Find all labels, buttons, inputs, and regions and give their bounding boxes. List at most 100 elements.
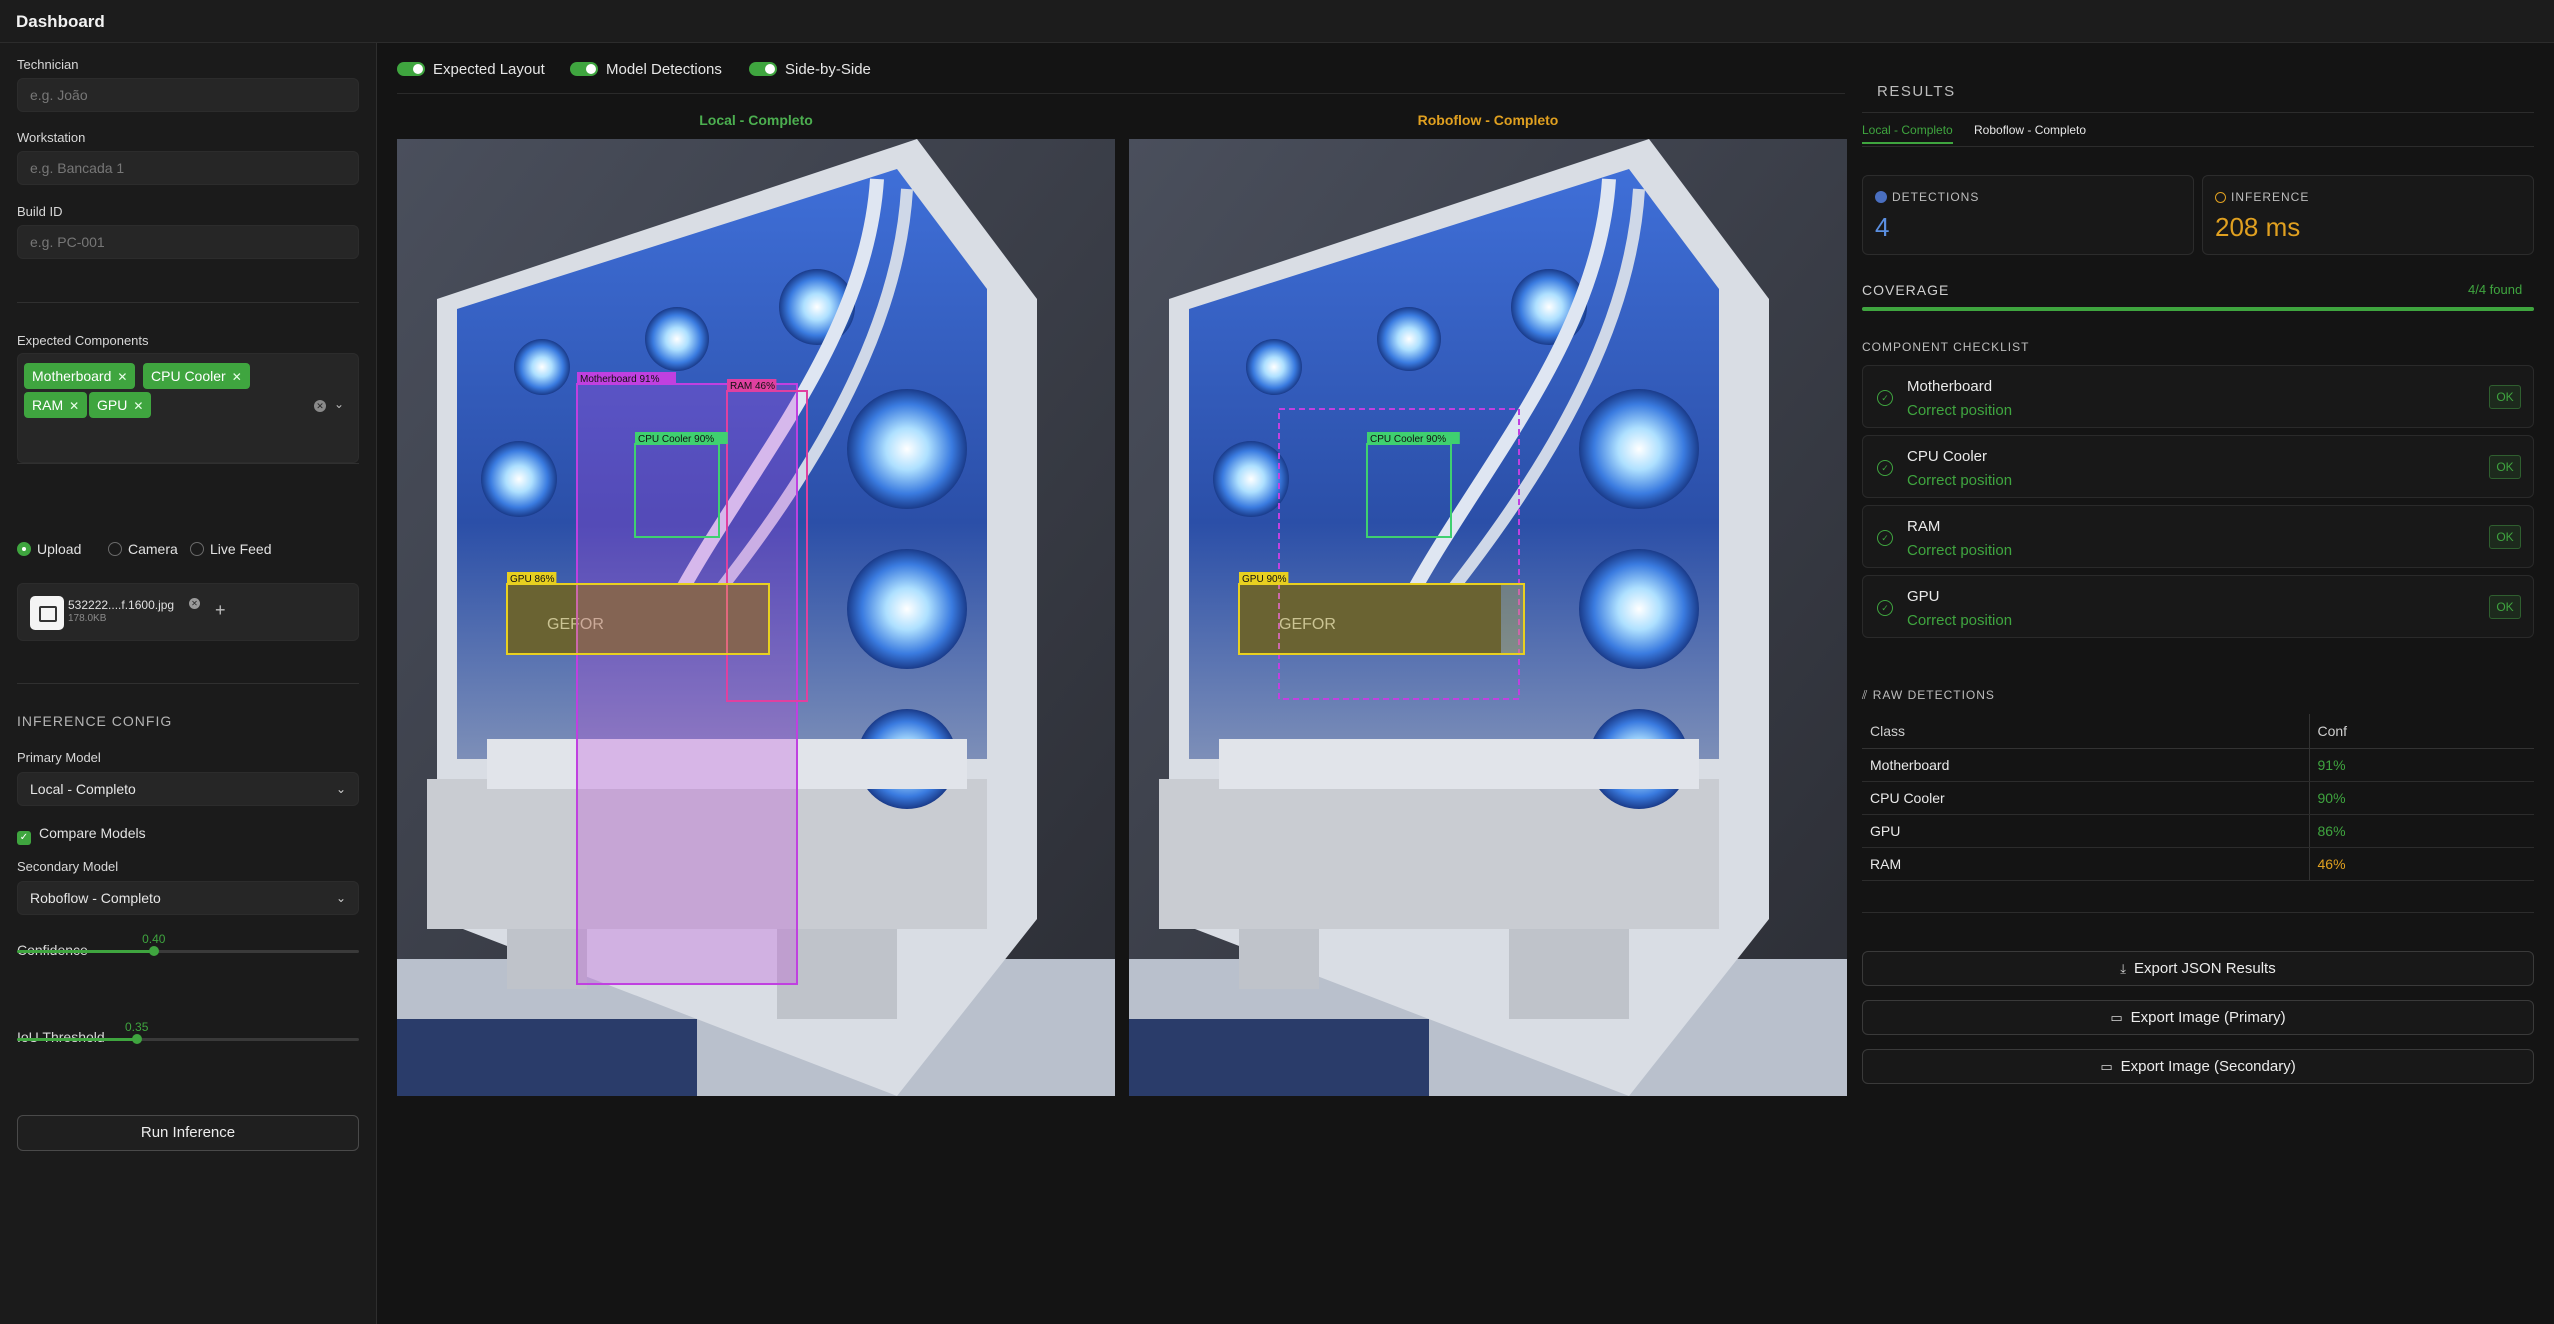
checklist-item: ✓ Motherboard Correct position OK bbox=[1862, 365, 2534, 428]
tag-cpu-cooler[interactable]: CPU Cooler ✕ bbox=[143, 363, 250, 389]
chart-icon: ⫽ bbox=[1862, 688, 1873, 702]
tag-remove-icon[interactable]: ✕ bbox=[117, 370, 127, 384]
workstation-label: Workstation bbox=[17, 130, 86, 145]
image-file-icon bbox=[30, 596, 64, 630]
export-image-primary-button[interactable]: ▭ Export Image (Primary) bbox=[1862, 1000, 2534, 1035]
download-icon: ⤓ bbox=[2120, 961, 2127, 976]
remove-file-icon[interactable]: ✕ bbox=[189, 598, 200, 609]
table-row: GPU 86% bbox=[1862, 814, 2534, 848]
clock-icon bbox=[2215, 192, 2226, 203]
clear-all-icon[interactable]: ✕ bbox=[314, 400, 326, 412]
tab-local-completo[interactable]: Local - Completo bbox=[1862, 123, 1953, 144]
status-badge: OK bbox=[2489, 455, 2521, 479]
tabs-divider bbox=[1862, 146, 2534, 147]
workstation-input[interactable] bbox=[17, 151, 359, 185]
expected-components-label: Expected Components bbox=[17, 333, 149, 348]
sidebar-divider bbox=[17, 683, 359, 684]
detection-overlay: CPU Cooler 90% GPU 90% bbox=[1238, 432, 1525, 655]
file-name: 532222....f.1600.jpg bbox=[68, 598, 175, 612]
main-divider bbox=[397, 93, 1845, 94]
image-icon: ▭ bbox=[2110, 1010, 2123, 1025]
table-row: Motherboard 91% bbox=[1862, 748, 2534, 782]
component-checklist-heading: COMPONENT CHECKLIST bbox=[1862, 340, 2030, 354]
image-icon: ▭ bbox=[2100, 1059, 2113, 1074]
coverage-label: COVERAGE bbox=[1862, 282, 1950, 298]
tab-roboflow-completo[interactable]: Roboflow - Completo bbox=[1974, 123, 2086, 137]
chevron-down-icon[interactable]: ⌄ bbox=[334, 397, 344, 411]
confidence-slider[interactable]: 0.40 bbox=[17, 932, 359, 956]
check-circle-icon: ✓ bbox=[1877, 460, 1893, 476]
tag-motherboard[interactable]: Motherboard ✕ bbox=[24, 363, 136, 389]
tag-remove-icon[interactable]: ✕ bbox=[69, 399, 79, 413]
iou-threshold-value: 0.35 bbox=[125, 1020, 149, 1034]
raw-detections-table: Class Conf Motherboard 91% CPU Cooler 90% … bbox=[1862, 714, 2534, 881]
detection-overlay: Motherboard 91% RAM 46% CPU Cooler 90% GPU … bbox=[506, 372, 808, 985]
results-divider bbox=[1862, 112, 2534, 113]
results-heading: RESULTS bbox=[1877, 83, 1956, 100]
tag-remove-icon[interactable]: ✕ bbox=[232, 370, 242, 384]
tag-remove-icon[interactable]: ✕ bbox=[133, 399, 143, 413]
check-circle-icon: ✓ bbox=[1877, 600, 1893, 616]
detection-label: GPU 90% bbox=[1242, 574, 1287, 585]
compare-models-checkbox[interactable]: ✓ Compare Models bbox=[17, 825, 146, 845]
table-row: CPU Cooler 90% bbox=[1862, 781, 2534, 815]
secondary-model-select[interactable]: Roboflow - Completo ⌄ bbox=[17, 881, 359, 915]
checklist-item: ✓ RAM Correct position OK bbox=[1862, 505, 2534, 568]
primary-image-title: Local - Completo bbox=[699, 112, 813, 128]
detections-card: DETECTIONS 4 bbox=[1862, 175, 2194, 255]
run-inference-button[interactable]: Run Inference bbox=[17, 1115, 359, 1151]
sidebar-divider bbox=[17, 302, 359, 303]
sidebar-divider bbox=[17, 463, 359, 464]
secondary-model-label: Secondary Model bbox=[17, 859, 119, 874]
add-file-icon[interactable]: + bbox=[215, 600, 226, 621]
radio-upload[interactable]: Upload bbox=[17, 541, 81, 557]
detection-box bbox=[506, 583, 770, 655]
iou-threshold-slider[interactable]: 0.35 bbox=[17, 1020, 359, 1044]
secondary-image-title: Roboflow - Completo bbox=[1417, 112, 1559, 128]
toggle-switch-icon bbox=[570, 62, 598, 76]
technician-label: Technician bbox=[17, 57, 79, 72]
expected-components-multiselect[interactable]: Motherboard ✕ CPU Cooler ✕ RAM ✕ GPU ✕ ✕ ⌄ bbox=[17, 353, 359, 463]
file-upload-area[interactable]: 532222....f.1600.jpg 178.0KB ✕ + bbox=[17, 583, 359, 641]
slider-handle[interactable] bbox=[131, 1034, 142, 1044]
sidebar: Technician Workstation Build ID Expected… bbox=[0, 43, 377, 1324]
column-header-class: Class bbox=[1862, 714, 2309, 749]
toggle-switch-icon bbox=[749, 62, 777, 76]
toggle-side-by-side[interactable]: Side-by-Side bbox=[749, 61, 871, 78]
primary-model-select[interactable]: Local - Completo ⌄ bbox=[17, 772, 359, 806]
slider-handle[interactable] bbox=[148, 946, 159, 956]
raw-detections-heading: ⫽ RAW DETECTIONS bbox=[1862, 688, 1995, 702]
top-bar: Dashboard bbox=[0, 0, 2554, 43]
radio-camera[interactable]: Camera bbox=[108, 541, 178, 557]
column-header-conf: Conf bbox=[2308, 714, 2534, 749]
export-json-button[interactable]: ⤓ Export JSON Results bbox=[1862, 951, 2534, 986]
technician-input[interactable] bbox=[17, 78, 359, 112]
radio-live-feed[interactable]: Live Feed bbox=[190, 541, 271, 557]
results-divider bbox=[1862, 912, 2534, 913]
toggle-expected-layout[interactable]: Expected Layout bbox=[397, 61, 545, 78]
detections-icon bbox=[1875, 191, 1887, 203]
detection-label: Motherboard 91% bbox=[580, 374, 660, 385]
file-size: 178.0KB bbox=[68, 613, 107, 624]
check-circle-icon: ✓ bbox=[1877, 390, 1893, 406]
checklist-item: ✓ GPU Correct position OK bbox=[1862, 575, 2534, 638]
tag-gpu[interactable]: GPU ✕ bbox=[89, 392, 152, 418]
detection-box bbox=[1238, 583, 1525, 655]
confidence-value: 0.40 bbox=[142, 932, 166, 946]
secondary-detection-image: GEFOR CPU Cooler 90% GPU 90% bbox=[1129, 139, 1847, 1096]
detection-label: GPU 86% bbox=[510, 574, 555, 585]
detection-box bbox=[576, 383, 798, 985]
build-id-input[interactable] bbox=[17, 225, 359, 259]
inference-time: 208 ms bbox=[2215, 212, 2301, 242]
checkmark-icon: ✓ bbox=[17, 831, 31, 845]
detections-count: 4 bbox=[1875, 212, 1890, 242]
status-badge: OK bbox=[2489, 385, 2521, 409]
detection-label: CPU Cooler 90% bbox=[638, 434, 714, 445]
inference-card: INFERENCE 208 ms bbox=[2202, 175, 2534, 255]
export-image-secondary-button[interactable]: ▭ Export Image (Secondary) bbox=[1862, 1049, 2534, 1084]
toggle-model-detections[interactable]: Model Detections bbox=[570, 61, 722, 78]
tag-ram[interactable]: RAM ✕ bbox=[24, 392, 88, 418]
checklist-item: ✓ CPU Cooler Correct position OK bbox=[1862, 435, 2534, 498]
toggle-switch-icon bbox=[397, 62, 425, 76]
detection-label: CPU Cooler 90% bbox=[1370, 434, 1446, 445]
